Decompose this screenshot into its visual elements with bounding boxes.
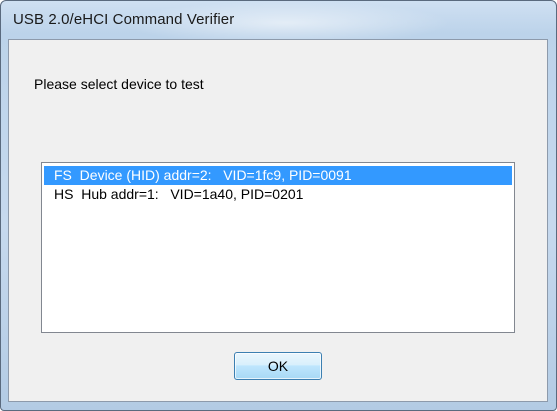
window-title: USB 2.0/eHCI Command Verifier [13,11,235,28]
device-list-item-hs-hub[interactable]: HS Hub addr=1: VID=1a40, PID=0201 [44,185,512,204]
ok-button[interactable]: OK [234,352,322,380]
prompt-label: Please select device to test [34,76,204,92]
device-listbox[interactable]: FS Device (HID) addr=2: VID=1fc9, PID=00… [41,162,515,333]
dialog-window: USB 2.0/eHCI Command Verifier Please sel… [0,0,557,411]
dialog-client-area: Please select device to test FS Device (… [8,39,548,402]
device-list-item-fs-hid[interactable]: FS Device (HID) addr=2: VID=1fc9, PID=00… [44,166,512,185]
title-bar[interactable]: USB 2.0/eHCI Command Verifier [1,1,556,39]
